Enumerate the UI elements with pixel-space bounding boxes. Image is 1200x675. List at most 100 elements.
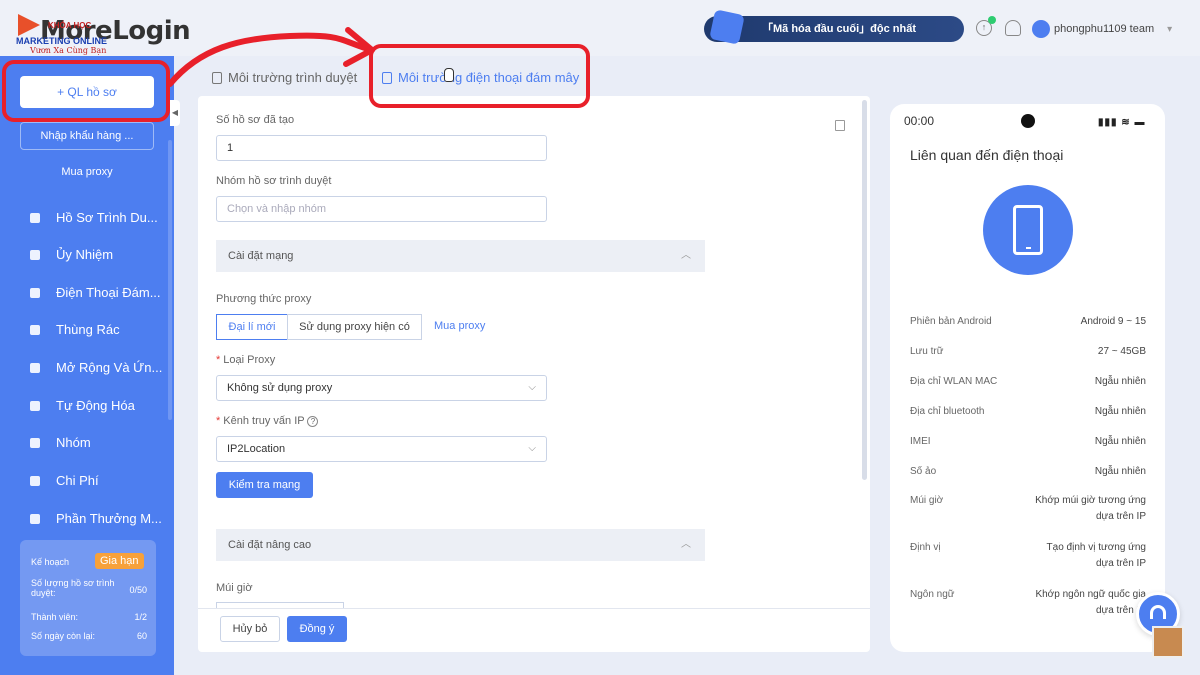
- proxy-type-select[interactable]: Không sử dụng proxy ⌵: [216, 375, 547, 401]
- annotation-box-create-profile: [2, 60, 170, 122]
- sidebar-item-3[interactable]: Điện Thoại Đám...: [30, 283, 170, 303]
- count-input[interactable]: 1: [216, 135, 547, 161]
- watermark-top: KHÓA HỌC: [48, 21, 92, 30]
- spec-label: Định vị: [910, 542, 941, 553]
- ip-channel-select[interactable]: IP2Location ⌵: [216, 436, 547, 462]
- sidebar-item-4[interactable]: Thùng Rác: [30, 320, 170, 340]
- promo-banner[interactable]: 「Mã hóa đầu cuối」độc nhất: [704, 9, 964, 45]
- spec-label: Địa chỉ WLAN MAC: [910, 376, 998, 387]
- watermark-bottom: Vươn Xa Cùng Bạn: [30, 46, 107, 55]
- chevron-up-icon: ︿: [681, 250, 691, 261]
- form-scrollbar[interactable]: [862, 100, 867, 480]
- plan-card: Kế hoạch Gia hạn Số lượng hồ sơ trình du…: [20, 540, 156, 656]
- buy-proxy-form-link[interactable]: Mua proxy: [434, 320, 485, 332]
- confirm-button[interactable]: Đồng ý: [287, 616, 347, 642]
- sidebar-item-label: Ủy Nhiệm: [56, 247, 114, 262]
- sidebar-item-7[interactable]: Nhóm: [30, 433, 170, 453]
- spec-value: Ngẫu nhiên: [1094, 466, 1146, 477]
- check-network-button[interactable]: Kiểm tra mạng: [216, 472, 313, 498]
- spec-value: Tạo định vị tương ứng dựa trên IP: [1046, 542, 1146, 569]
- form-footer-divider: [198, 608, 870, 609]
- network-section-header[interactable]: Cài đặt mạng ︿: [216, 240, 705, 272]
- extension-icon: [30, 363, 40, 373]
- proxy-type-label: * Loại Proxy: [216, 354, 276, 366]
- spec-label: Địa chỉ bluetooth: [910, 406, 985, 417]
- group-label: Nhóm hồ sơ trình duyệt: [216, 175, 332, 187]
- cost-icon: [30, 476, 40, 486]
- document-icon[interactable]: [835, 120, 845, 131]
- spec-value: Khớp múi giờ tương ứng dựa trên IP: [1035, 495, 1146, 522]
- chevron-down-icon: ▾: [1167, 24, 1173, 35]
- spec-value: Android 9 ~ 15: [1080, 316, 1146, 327]
- sidebar-item-label: Điện Thoại Đám...: [56, 285, 161, 300]
- proxy-option-new[interactable]: Đại lí mới: [216, 314, 288, 340]
- spec-label: Lưu trữ: [910, 346, 944, 357]
- sidebar-item-6[interactable]: Tự Động Hóa: [30, 396, 170, 416]
- chevron-down-icon: ⌵: [528, 382, 536, 393]
- plan-members-label: Thành viên:: [31, 612, 79, 622]
- chevron-down-icon: ⌵: [528, 443, 536, 454]
- sidebar-item-label: Phần Thưởng M...: [56, 511, 162, 526]
- proxy-type-value: Không sử dụng proxy: [227, 382, 333, 394]
- spec-label: Số ảo: [910, 466, 937, 477]
- plan-members-value: 1/2: [134, 612, 147, 622]
- camera-notch-icon: [1021, 114, 1035, 128]
- sidebar-item-label: Tự Động Hóa: [56, 398, 135, 413]
- group-icon: [30, 438, 40, 448]
- watermark-mid: MARKETING ONLINE: [16, 36, 107, 46]
- count-label: Số hồ sơ đã tạo: [216, 114, 295, 126]
- renew-button[interactable]: Gia hạn: [95, 553, 144, 569]
- browser-profile-icon: [30, 213, 40, 223]
- sidebar-item-label: Nhóm: [56, 435, 91, 450]
- spec-value: Khớp ngôn ngữ quốc gia dựa trên IP: [1035, 589, 1146, 616]
- cancel-button[interactable]: Hủy bỏ: [220, 616, 280, 642]
- proxy-option-existing[interactable]: Sử dụng proxy hiện có: [287, 314, 422, 340]
- ip-channel-value: IP2Location: [227, 443, 286, 455]
- spec-label: Múi giờ: [910, 495, 944, 506]
- sidebar-item-2[interactable]: Ủy Nhiệm: [30, 245, 170, 265]
- collapse-sidebar-icon[interactable]: ◀: [170, 100, 180, 126]
- timezone-label: Múi giờ: [216, 582, 253, 594]
- user-menu[interactable]: phongphu1109 team ▾: [1032, 19, 1172, 39]
- plan-days-label: Số ngày còn lại:: [31, 631, 96, 641]
- sidebar-item-label: Thùng Rác: [56, 322, 120, 337]
- ip-channel-label: * Kênh truy vấn IP ?: [216, 415, 319, 427]
- promo-text: 「Mã hóa đầu cuối」độc nhất: [762, 23, 917, 35]
- spec-label: IMEI: [910, 436, 931, 447]
- channel-thumbnail: [1152, 626, 1184, 658]
- phone-preview-title: Liên quan đến điện thoại: [910, 147, 1064, 163]
- spec-label: Ngôn ngữ: [910, 589, 955, 600]
- help-circle-icon: ?: [307, 416, 319, 427]
- promo-icon: [709, 9, 745, 45]
- sidebar-item-1[interactable]: Hồ Sơ Trình Du...: [30, 208, 170, 228]
- section-title: Cài đặt mạng: [228, 250, 294, 262]
- spec-value: 27 ~ 45GB: [1097, 346, 1146, 357]
- buy-proxy-link[interactable]: Mua proxy: [0, 166, 174, 178]
- reward-icon: [30, 514, 40, 524]
- hand-cursor-icon: [444, 68, 454, 82]
- sidebar-item-label: Mở Rộng Và Ứn...: [56, 360, 163, 375]
- import-button[interactable]: Nhập khẩu hàng ...: [20, 122, 154, 150]
- section-title: Cài đặt nâng cao: [228, 539, 312, 551]
- plan-days-value: 60: [136, 631, 147, 641]
- annotation-box-cloud-phone-tab: [369, 44, 590, 108]
- spec-value: Ngẫu nhiên: [1094, 406, 1146, 417]
- plan-profiles-label: Số lượng hồ sơ trình duyệt:: [31, 578, 115, 598]
- sidebar-scrollbar[interactable]: [168, 140, 172, 420]
- sidebar-item-8[interactable]: Chi Phí: [30, 471, 170, 491]
- trash-icon: [30, 325, 40, 335]
- annotation-arrow-icon: [167, 27, 375, 87]
- bell-icon[interactable]: [1005, 20, 1021, 36]
- spec-value: Ngẫu nhiên: [1094, 436, 1146, 447]
- logo-mark-icon: [18, 14, 40, 36]
- advanced-section-header[interactable]: Cài đặt nâng cao ︿: [216, 529, 705, 561]
- phone-time: 00:00: [904, 114, 935, 128]
- avatar: [1032, 20, 1050, 38]
- group-select[interactable]: Chọn và nhập nhóm: [216, 196, 547, 222]
- spec-label: Phiên bản Android: [910, 316, 992, 327]
- plan-profiles-value: 0/50: [129, 585, 147, 595]
- sidebar-item-5[interactable]: Mở Rộng Và Ứn...: [30, 358, 170, 378]
- sidebar-item-9[interactable]: Phần Thưởng M...: [30, 509, 170, 529]
- robot-icon: [30, 401, 40, 411]
- chevron-up-icon: ︿: [681, 539, 691, 550]
